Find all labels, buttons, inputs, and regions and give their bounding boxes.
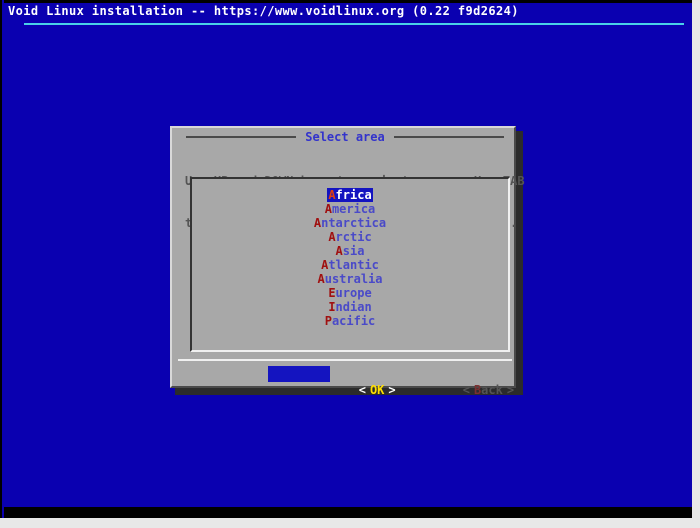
list-item-text: tlantic xyxy=(328,258,379,272)
list-item[interactable]: Indian xyxy=(192,300,508,314)
back-label: ack xyxy=(481,383,503,397)
list-item-hotkey: A xyxy=(313,216,322,230)
dialog-title: Select area xyxy=(305,130,385,144)
list-item-label: Atlantic xyxy=(320,258,380,272)
list-item[interactable]: America xyxy=(192,202,508,216)
terminal-canvas: Void Linux installation -- https://www.v… xyxy=(4,3,692,507)
back-button[interactable]: < Back > xyxy=(372,366,514,397)
dialog-body: Select area Use UP and DOWN keys to navi… xyxy=(170,126,525,397)
list-item-label: Indian xyxy=(327,300,372,314)
list-item-hotkey: E xyxy=(328,286,336,300)
list-item-label: America xyxy=(324,202,377,216)
installer-header: Void Linux installation -- https://www.v… xyxy=(4,3,692,19)
list-item[interactable]: Europe xyxy=(192,286,508,300)
list-item-label: Africa xyxy=(327,188,373,202)
installer-screen: Void Linux installation -- https://www.v… xyxy=(0,0,700,528)
list-item-text: ustralia xyxy=(324,272,383,286)
list-item-hotkey: A xyxy=(328,188,336,202)
list-item-label: Pacific xyxy=(324,314,377,328)
list-item-text: sia xyxy=(342,244,365,258)
list-item-text: ntarctica xyxy=(321,216,387,230)
list-item-label: Australia xyxy=(316,272,383,286)
area-listbox[interactable]: Africa America Antarctica Arctic Asia Atlanti… xyxy=(190,177,510,352)
list-item-text: ndian xyxy=(335,300,372,314)
list-item-hotkey: A xyxy=(335,244,343,258)
list-item[interactable]: Australia xyxy=(192,272,508,286)
frame-bottom-edge xyxy=(0,518,700,528)
list-item-label: Antarctica xyxy=(313,216,387,230)
list-item-hotkey: I xyxy=(328,300,336,314)
back-right-bracket: > xyxy=(506,383,515,397)
button-separator xyxy=(178,359,512,361)
list-item[interactable]: Africa xyxy=(192,188,508,202)
list-item-label: Asia xyxy=(335,244,366,258)
frame-left-border xyxy=(0,0,2,519)
list-item-hotkey: P xyxy=(324,314,332,328)
dialog-button-row: < OK > < Back > xyxy=(172,366,518,397)
header-divider xyxy=(24,23,684,25)
list-item-label: Arctic xyxy=(327,230,372,244)
list-item-hotkey: A xyxy=(328,230,336,244)
list-item-text: frica xyxy=(335,188,372,202)
ok-button[interactable]: < OK > xyxy=(268,366,396,397)
dialog-title-row: Select area xyxy=(172,130,518,144)
page-title: Void Linux installation -- https://www.v… xyxy=(8,4,519,18)
list-item[interactable]: Pacific xyxy=(192,314,508,328)
list-item-text: urope xyxy=(335,286,372,300)
list-item[interactable]: Arctic xyxy=(192,230,508,244)
frame-right-edge xyxy=(692,0,700,528)
list-item-label: Europe xyxy=(327,286,372,300)
list-item-text: merica xyxy=(331,202,376,216)
list-item-text: rctic xyxy=(335,230,372,244)
list-item[interactable]: Antarctica xyxy=(192,216,508,230)
list-item-hotkey: A xyxy=(324,202,332,216)
back-left-bracket: < xyxy=(462,383,470,397)
list-item[interactable]: Atlantic xyxy=(192,258,508,272)
list-item-hotkey: A xyxy=(317,272,325,286)
ok-left-bracket: < xyxy=(358,383,366,397)
list-item[interactable]: Asia xyxy=(192,244,508,258)
list-item-text: acific xyxy=(331,314,376,328)
select-area-dialog: Select area Use UP and DOWN keys to navi… xyxy=(170,126,525,397)
area-list-items: Africa America Antarctica Arctic Asia Atlanti… xyxy=(192,188,508,328)
